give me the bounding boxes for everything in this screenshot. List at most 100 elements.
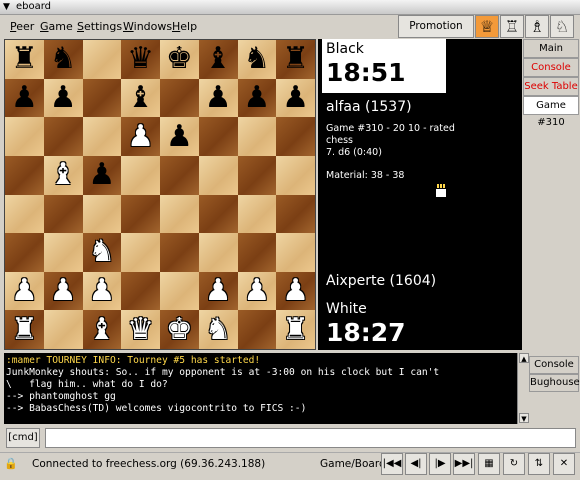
square-h4[interactable] <box>276 194 315 234</box>
black-bishop-icon[interactable]: ♝ <box>127 82 154 113</box>
square-a6[interactable] <box>5 117 44 156</box>
square-c7[interactable] <box>82 78 122 118</box>
square-c6[interactable] <box>82 117 122 156</box>
square-d3[interactable] <box>121 233 160 272</box>
square-a3[interactable] <box>5 233 44 272</box>
square-h1[interactable]: ♜ <box>276 310 315 349</box>
square-a4[interactable] <box>5 194 44 234</box>
square-d8[interactable]: ♛ <box>121 40 160 79</box>
square-f3[interactable] <box>198 233 238 272</box>
white-queen-icon[interactable]: ♛ <box>127 314 154 345</box>
square-e7[interactable] <box>160 78 199 118</box>
black-pawn-icon[interactable]: ♟ <box>50 82 77 113</box>
square-f5[interactable] <box>198 155 238 195</box>
scroll-down-icon[interactable]: ▼ <box>519 413 529 423</box>
black-pawn-icon[interactable]: ♟ <box>205 82 232 113</box>
white-knight-icon[interactable]: ♞ <box>88 237 115 267</box>
square-e4[interactable] <box>160 194 199 234</box>
white-rook-icon[interactable]: ♜ <box>282 314 309 345</box>
square-h5[interactable] <box>276 155 315 195</box>
square-e3[interactable] <box>160 233 199 272</box>
promotion-piece-button[interactable]: Promotion Piece <box>398 15 474 53</box>
board-icon[interactable]: ▦ <box>478 453 500 475</box>
black-rook-icon[interactable]: ♜ <box>282 44 309 74</box>
refresh-icon[interactable]: ↻ <box>503 453 525 475</box>
square-a8[interactable]: ♜ <box>5 40 44 79</box>
square-d4[interactable] <box>121 194 160 234</box>
scroll-up-icon[interactable]: ▲ <box>519 353 529 363</box>
square-f8[interactable]: ♝ <box>198 40 238 79</box>
console-output[interactable]: :mamer TOURNEY INFO: Tourney #5 has star… <box>4 353 529 424</box>
square-c4[interactable] <box>82 194 122 234</box>
square-b7[interactable]: ♟ <box>43 78 83 118</box>
square-h7[interactable]: ♟ <box>276 78 315 118</box>
square-c8[interactable] <box>82 40 122 79</box>
tab-seek-table[interactable]: Seek Table <box>523 77 579 96</box>
square-g5[interactable] <box>237 155 277 195</box>
black-queen-icon[interactable]: ♛ <box>127 44 154 74</box>
square-d7[interactable]: ♝ <box>121 78 160 118</box>
command-label[interactable]: [cmd] <box>6 428 40 448</box>
black-pawn-icon[interactable]: ♟ <box>166 121 193 152</box>
square-f1[interactable]: ♞ <box>198 310 238 349</box>
square-g8[interactable]: ♞ <box>237 40 277 79</box>
square-g4[interactable] <box>237 194 277 234</box>
square-b5[interactable]: ♝ <box>43 155 83 195</box>
last-move-icon[interactable]: ▶▶| <box>453 453 475 475</box>
tab-main-board[interactable]: Main Board <box>523 39 579 71</box>
black-pawn-icon[interactable]: ♟ <box>282 82 309 113</box>
square-b4[interactable] <box>43 194 83 234</box>
menu-settings[interactable]: Settings <box>77 20 122 33</box>
square-c3[interactable]: ♞ <box>82 233 122 272</box>
white-pawn-icon[interactable]: ♟ <box>243 276 270 306</box>
console-scrollbar[interactable]: ▲ ▼ <box>517 353 529 424</box>
white-pawn-icon[interactable]: ♟ <box>11 276 38 306</box>
tab-console[interactable]: Console <box>523 58 579 77</box>
square-f4[interactable] <box>198 194 238 234</box>
square-e1[interactable]: ♚ <box>160 310 199 349</box>
square-g1[interactable] <box>237 310 277 349</box>
square-g3[interactable] <box>237 233 277 272</box>
close-icon[interactable]: ✕ <box>553 453 575 475</box>
chess-board[interactable]: ♜ ♞ ♛ ♚ ♝ ♞ ♜ ♟ ♟ ♝ ♟ ♟ ♟ ♟ ♟ ♝ ♟ ♞ ♟ ♟ ♟ ♟ ♟ ♟ ♜ ♝ ♛ ♚ ♞ ♜ <box>4 39 316 350</box>
square-d5[interactable] <box>121 155 160 195</box>
square-d2[interactable] <box>121 271 160 311</box>
square-a2[interactable]: ♟ <box>5 271 44 311</box>
black-bishop-icon[interactable]: ♝ <box>205 44 232 74</box>
square-b3[interactable] <box>43 233 83 272</box>
black-knight-icon[interactable]: ♞ <box>50 44 77 74</box>
white-pawn-icon[interactable]: ♟ <box>50 276 77 306</box>
square-b6[interactable] <box>43 117 83 156</box>
white-king-icon[interactable]: ♚ <box>166 314 193 345</box>
promote-rook-icon[interactable]: ♖ <box>500 15 524 38</box>
bughouse-tab[interactable]: Bughouse <box>529 374 580 392</box>
tab-game-310[interactable]: Game #310 <box>523 96 579 128</box>
square-f7[interactable]: ♟ <box>198 78 238 118</box>
square-c5[interactable]: ♟ <box>82 155 122 195</box>
square-c2[interactable]: ♟ <box>82 271 122 311</box>
console-tab[interactable]: Console <box>529 356 579 374</box>
square-b2[interactable]: ♟ <box>43 271 83 311</box>
square-b8[interactable]: ♞ <box>43 40 83 79</box>
flip-icon[interactable]: ⇅ <box>528 453 550 475</box>
menu-help[interactable]: Help <box>172 20 197 33</box>
square-e5[interactable] <box>160 155 199 195</box>
menu-game[interactable]: Game <box>40 20 73 33</box>
black-king-icon[interactable]: ♚ <box>166 44 193 74</box>
square-d1[interactable]: ♛ <box>121 310 160 349</box>
command-input[interactable] <box>45 428 576 448</box>
white-pawn-icon[interactable]: ♟ <box>88 276 115 306</box>
black-pawn-icon[interactable]: ♟ <box>243 82 270 113</box>
square-f6[interactable] <box>198 117 238 156</box>
square-d6[interactable]: ♟ <box>121 117 160 156</box>
menu-windows[interactable]: Windows <box>123 20 172 33</box>
square-h6[interactable] <box>276 117 315 156</box>
square-g6[interactable] <box>237 117 277 156</box>
menu-peer[interactable]: Peer <box>10 20 34 33</box>
promote-bishop-icon[interactable]: ♗ <box>525 15 549 38</box>
promote-queen-icon[interactable]: ♕ <box>475 15 499 38</box>
white-pawn-icon[interactable]: ♟ <box>127 121 154 152</box>
white-bishop-icon[interactable]: ♝ <box>50 160 77 190</box>
square-g2[interactable]: ♟ <box>237 271 277 311</box>
promote-knight-icon[interactable]: ♘ <box>550 15 574 38</box>
